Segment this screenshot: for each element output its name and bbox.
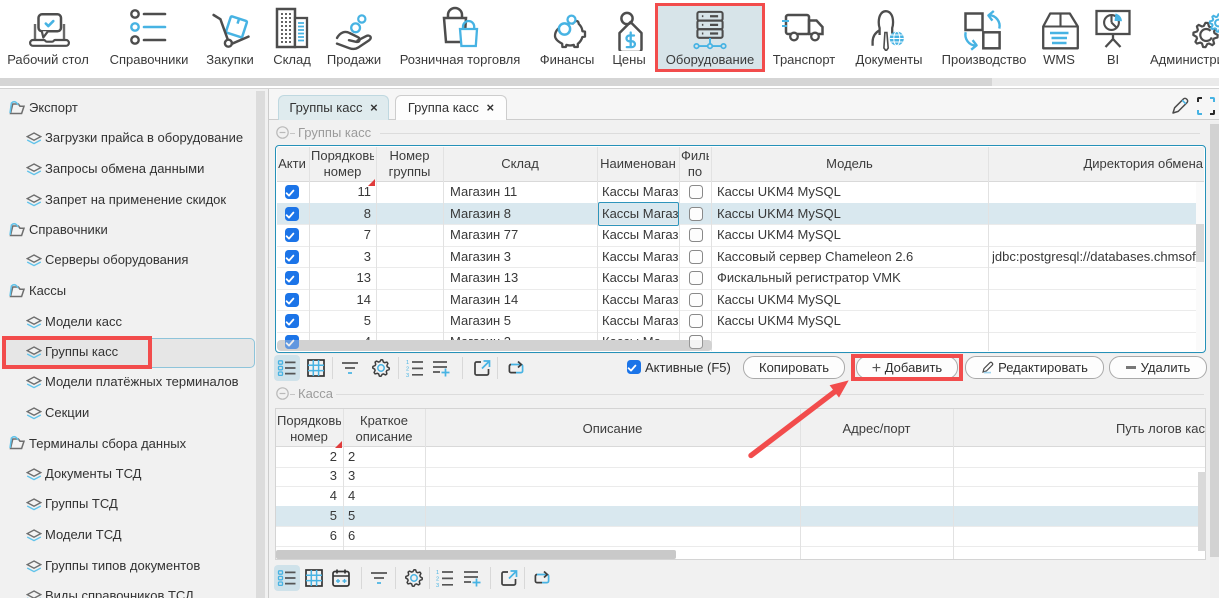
- svg-text:1: 1: [406, 360, 409, 366]
- svg-text:3: 3: [406, 373, 409, 378]
- svg-text:3: 3: [436, 583, 439, 588]
- svg-text:1: 1: [436, 570, 439, 576]
- svg-text:2: 2: [406, 366, 409, 372]
- svg-text:2: 2: [436, 576, 439, 582]
